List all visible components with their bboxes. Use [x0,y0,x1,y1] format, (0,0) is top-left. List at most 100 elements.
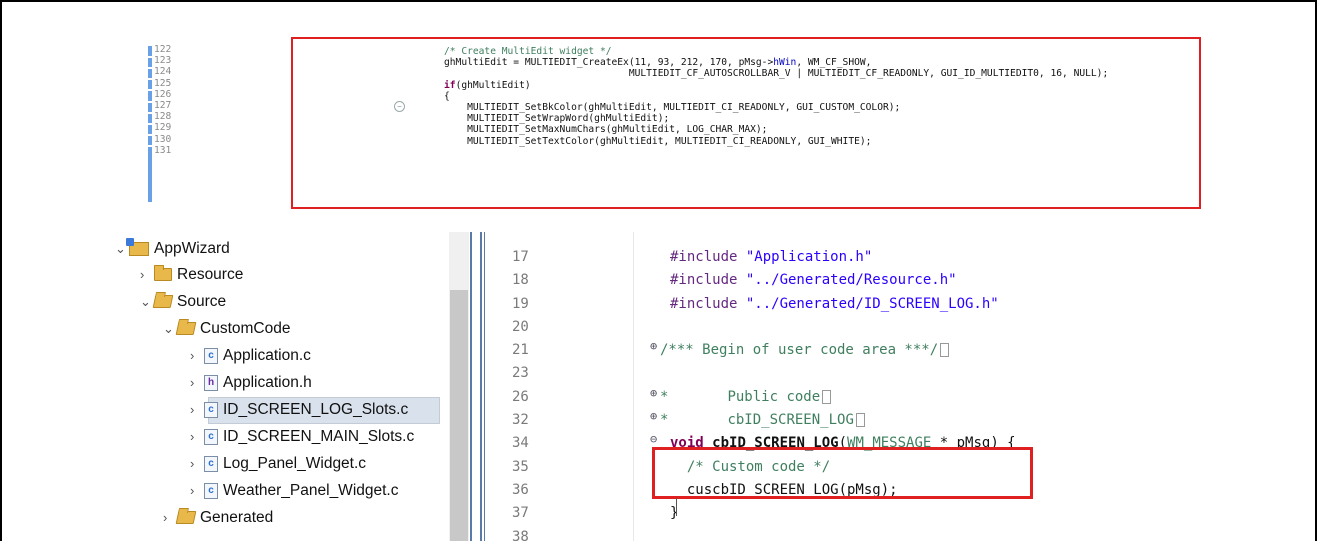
tree-item-generated[interactable]: › Generated [163,505,273,531]
c-file-icon: c [204,401,218,418]
editor-line-numbers: 17 18 19 20 21 23 26 32 34 35 36 37 38 [512,246,529,549]
editor-line-number: 18 [512,272,529,289]
highlight-box-custom-code [652,447,1033,499]
project-folder-icon [126,237,149,256]
snippet-line-number: 126 [154,88,172,100]
editor-code-line[interactable] [670,526,1016,549]
editor-code-line[interactable]: * Public code [660,386,1016,409]
pane-divider[interactable] [470,232,472,541]
code-token: "Application.h" [745,249,873,265]
tree-item-application-c[interactable]: › c Application.c [190,343,311,369]
c-file-icon: c [204,347,218,364]
editor-line-number: 35 [512,458,529,475]
editor-code-line[interactable] [670,316,1016,339]
editor-line-number: 38 [512,528,529,545]
chevron-right-icon[interactable]: › [190,478,204,504]
tree-item-label: ID_SCREEN_LOG_Slots.c [223,401,409,418]
c-file-icon: c [204,455,218,472]
editor-code[interactable]: #include "Application.h" #include "../Gen… [660,246,1016,549]
editor-code-line[interactable]: } [670,502,1016,525]
c-file-icon: c [204,428,218,445]
frame-border-top [0,0,1317,2]
chevron-right-icon[interactable]: › [190,397,204,423]
folder-open-icon [152,295,174,309]
editor-line-number: 19 [512,295,529,312]
chevron-right-icon[interactable]: › [190,370,204,396]
code-token: Public code [727,388,821,405]
collapsed-region-icon[interactable] [855,413,865,428]
tree-item-label: Resource [177,266,244,283]
expand-icon[interactable]: ⊕ [650,339,657,353]
editor-line-number: 37 [512,505,529,522]
explorer-scrollbar-thumb[interactable] [450,290,468,541]
snippet-line-number: 124 [154,66,172,78]
chevron-right-icon[interactable]: › [190,424,204,450]
editor-code-line[interactable]: * cbID_SCREEN_LOG [660,409,1016,432]
expand-icon[interactable]: ⊕ [650,386,657,400]
snippet-line-number: 131 [154,144,172,156]
chevron-right-icon[interactable]: › [140,262,154,288]
project-explorer: ⌄ AppWizard › Resource ⌄ Source ⌄ CustomCode › c A… [0,232,472,541]
tree-item-label: Generated [200,509,274,526]
tree-item-id-screen-main-slots-c[interactable]: › c ID_SCREEN_MAIN_Slots.c [190,424,414,450]
code-token: * [660,388,728,405]
snippet-line-number: 128 [154,111,172,123]
editor-code-line[interactable]: #include "../Generated/Resource.h" [670,269,1016,292]
code-token: cbID_SCREEN_LOG [727,412,854,429]
tree-item-appwizard[interactable]: ⌄ AppWizard [115,236,230,262]
folder-open-icon [175,511,197,525]
editor-code-line[interactable]: #include "../Generated/ID_SCREEN_LOG.h" [670,293,1016,316]
code-token: #include [670,295,746,312]
code-token: #include [670,272,746,289]
editor-line-number: 34 [512,435,529,452]
editor-line-number: 32 [512,412,529,429]
tree-item-log-panel-widget-c[interactable]: › c Log_Panel_Widget.c [190,451,366,477]
tree-item-weather-panel-widget-c[interactable]: › c Weather_Panel_Widget.c [190,478,398,504]
snippet-line-number: 122 [154,44,172,55]
snippet-line-number: 130 [154,133,172,145]
tree-item-label: Application.h [223,374,312,391]
tree-item-application-h[interactable]: › h Application.h [190,370,312,396]
editor-line-number: 20 [512,318,529,335]
code-token: "../Generated/Resource.h" [745,272,957,289]
collapsed-region-icon[interactable] [822,389,832,404]
code-token: * [660,412,728,429]
snippet-line-number: 123 [154,55,172,67]
folder-open-icon [175,322,197,336]
tree-item-label: CustomCode [200,320,291,337]
highlight-box-multiedit [291,37,1201,209]
gutter-separator [633,232,634,541]
chevron-down-icon[interactable]: ⌄ [140,289,154,315]
editor-code-line[interactable] [670,362,1016,385]
brace-guide [676,498,677,516]
collapsed-region-icon[interactable] [940,343,950,358]
collapse-icon[interactable]: ⊖ [650,432,657,446]
chevron-right-icon[interactable]: › [190,451,204,477]
tree-item-label: ID_SCREEN_MAIN_Slots.c [223,428,415,445]
snippet-line-number: 125 [154,77,172,89]
editor-code-line[interactable]: /*** Begin of user code area ***/ [660,339,1016,362]
tree-item-source[interactable]: ⌄ Source [140,289,226,315]
change-ruler [148,46,152,202]
tree-item-resource[interactable]: › Resource [140,262,243,288]
chevron-right-icon[interactable]: › [163,505,177,531]
expand-icon[interactable]: ⊕ [650,409,657,423]
chevron-down-icon[interactable]: ⌄ [163,316,177,342]
editor-line-number: 26 [512,388,529,405]
editor-code-line[interactable]: #include "Application.h" [670,246,1016,269]
c-file-icon: c [204,482,218,499]
tree-item-customcode[interactable]: ⌄ CustomCode [163,316,290,342]
tree-item-label: Application.c [223,347,311,364]
chevron-right-icon[interactable]: › [190,343,204,369]
tree-item-label: Source [177,293,227,310]
h-file-icon: h [204,374,218,391]
editor-line-number: 17 [512,249,529,265]
editor-line-number: 36 [512,481,529,498]
code-token: /*** Begin of user code area ***/ [660,342,939,359]
snippet-line-number: 127 [154,99,172,111]
tree-item-label: Log_Panel_Widget.c [223,455,367,472]
snippet-line-numbers: 122 123 124 125 126 127 128 129 130 131 [154,44,171,156]
editor-line-number: 21 [512,342,529,359]
tree-item-id-screen-log-slots-c[interactable]: › c ID_SCREEN_LOG_Slots.c [190,397,408,423]
editor-line-number: 23 [512,365,529,382]
